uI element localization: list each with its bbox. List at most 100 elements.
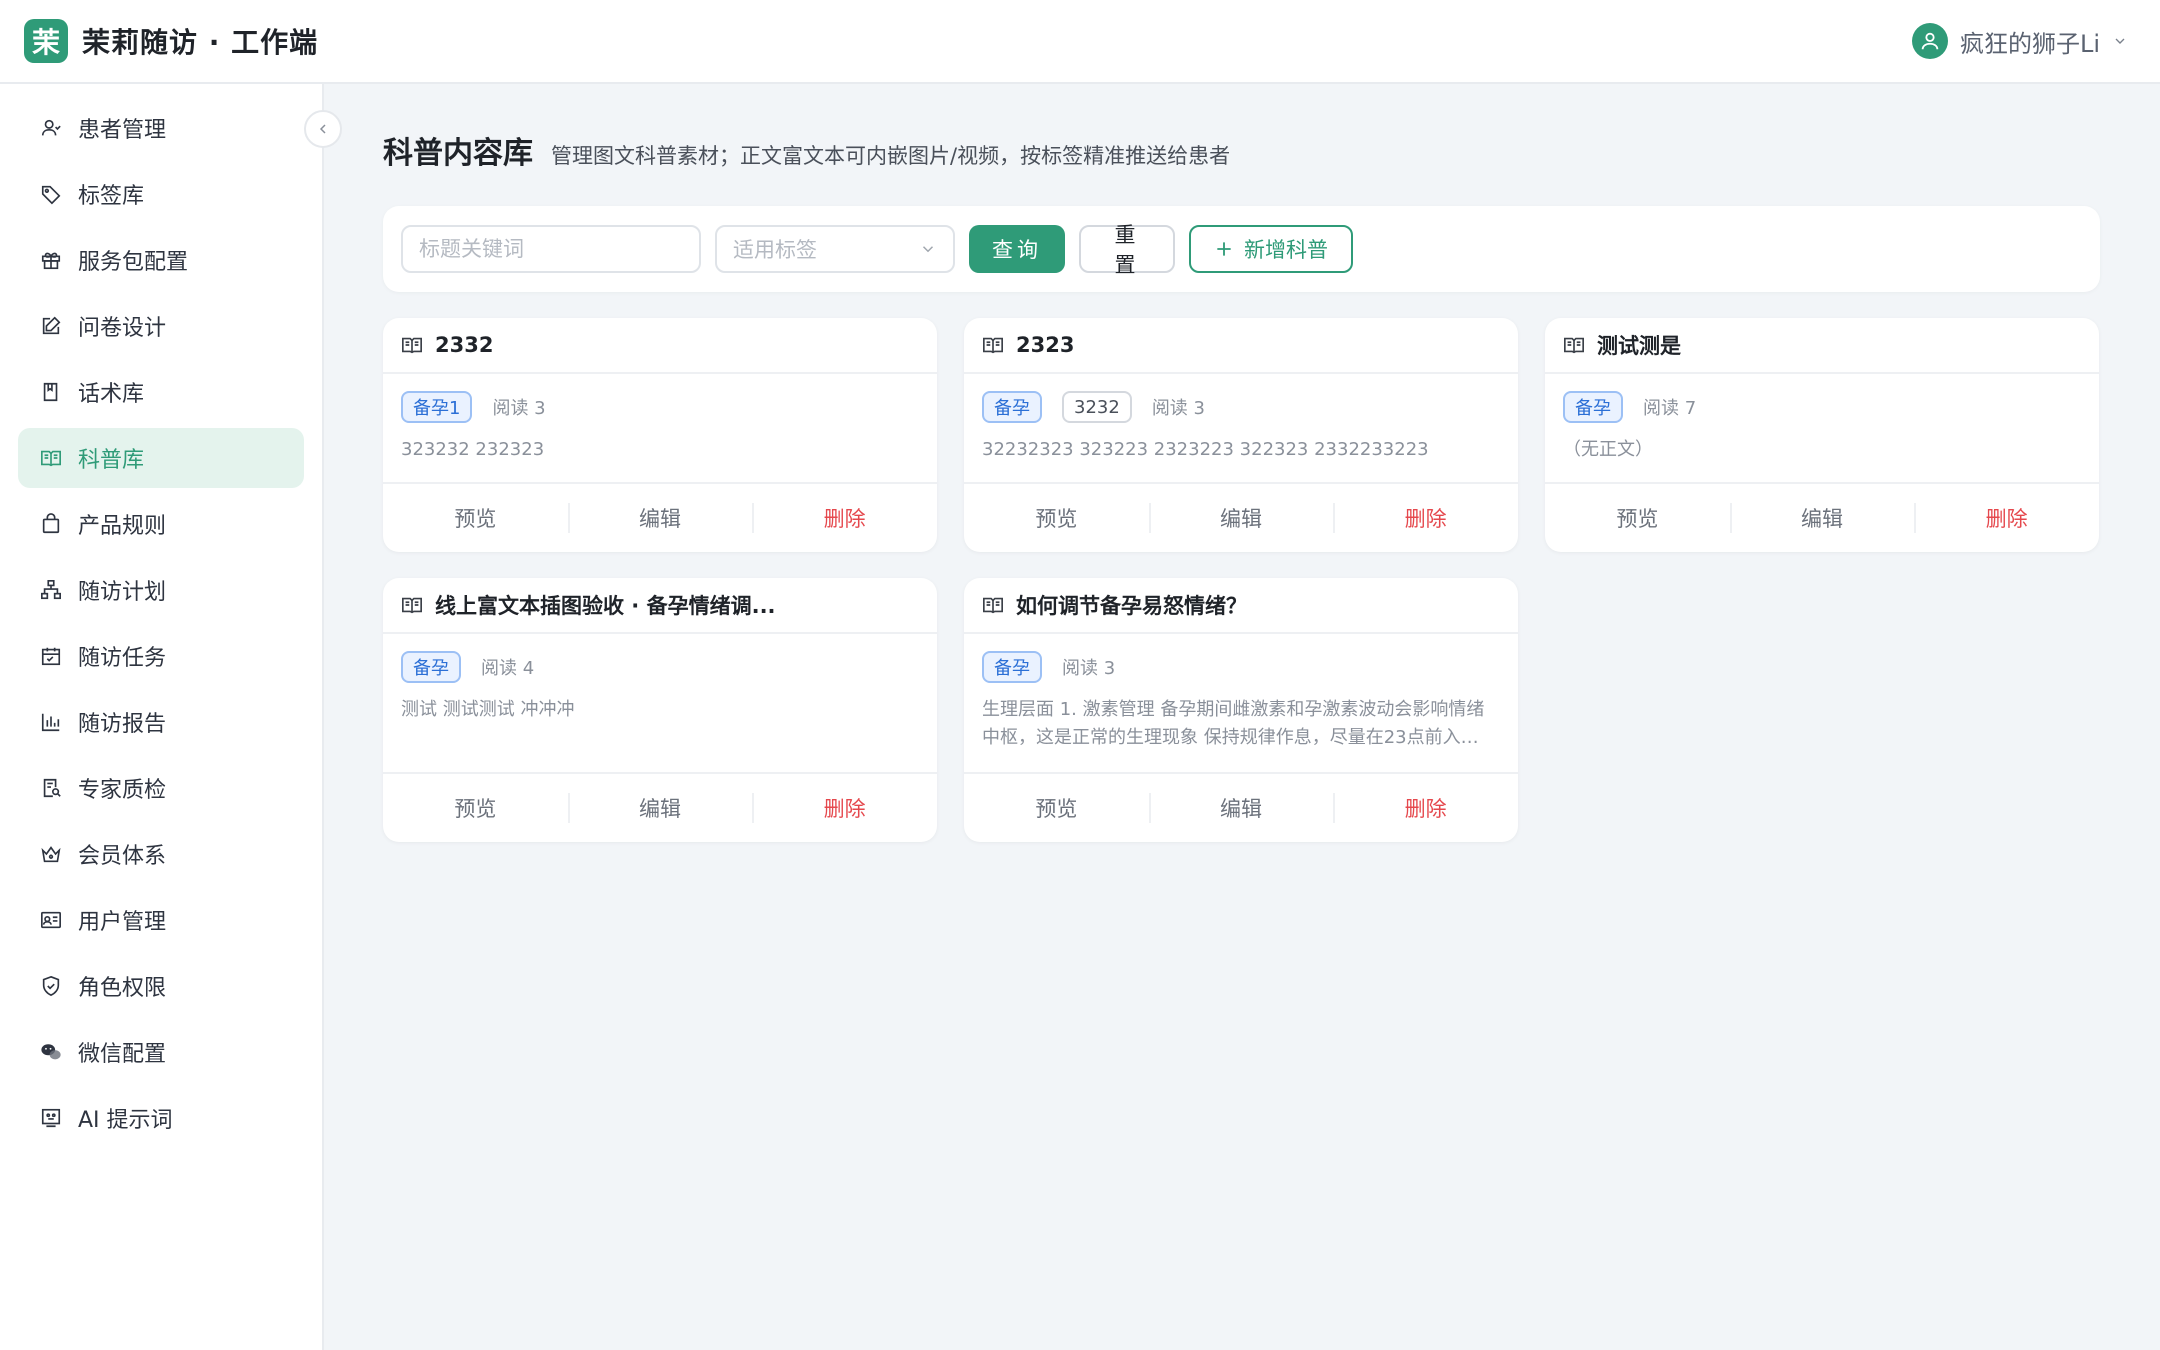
sidebar-item-label: 微信配置 [78, 1042, 167, 1067]
open-book-icon [402, 337, 422, 354]
delete-button[interactable]: 删除 [1333, 503, 1518, 533]
sidebar-item-roles[interactable]: 角色权限 [18, 956, 304, 1016]
open-book-icon [41, 450, 61, 467]
bag-icon [42, 513, 60, 534]
sidebar-item-followup-plan[interactable]: 随访计划 [18, 560, 304, 620]
tag-badge: 备孕 [401, 651, 461, 683]
delete-button[interactable]: 删除 [752, 503, 937, 533]
sidebar-item-service-packages[interactable]: 服务包配置 [18, 230, 304, 290]
sidebar-item-users[interactable]: 用户管理 [18, 890, 304, 950]
sidebar-item-followup-reports[interactable]: 随访报告 [18, 692, 304, 752]
sidebar-item-label: 话术库 [78, 382, 145, 407]
sidebar-item-membership[interactable]: 会员体系 [18, 824, 304, 884]
open-book-icon [402, 597, 422, 614]
read-count: 阅读 3 [1151, 398, 1205, 419]
chevron-down-icon [2115, 38, 2125, 44]
open-book-icon [983, 597, 1003, 614]
preview-button[interactable]: 预览 [964, 503, 1149, 533]
sidebar-item-expert-qc[interactable]: 专家质检 [18, 758, 304, 818]
sidebar-item-label: 服务包配置 [78, 250, 189, 275]
calendar-icon [41, 647, 61, 666]
wechat-icon [41, 1044, 61, 1060]
sidebar-item-questionnaire[interactable]: 问卷设计 [18, 296, 304, 356]
preview-button[interactable]: 预览 [383, 503, 568, 533]
search-button[interactable]: 查询 [969, 225, 1065, 273]
tag-select-placeholder: 适用标签 [733, 238, 817, 262]
delete-button[interactable]: 删除 [1914, 503, 2099, 533]
education-card: 线上富文本插图验收 · 备孕情绪调... 备孕 阅读 4 测试 测试测试 冲冲冲… [383, 578, 937, 842]
brand-logo: 茉 [24, 19, 68, 63]
sidebar-item-patients[interactable]: 患者管理 [18, 98, 304, 158]
user-avatar-icon [1911, 23, 1948, 59]
crown-icon [41, 846, 61, 863]
audit-icon [43, 778, 61, 798]
gift-icon [41, 252, 61, 270]
sidebar-item-followup-tasks[interactable]: 随访任务 [18, 626, 304, 686]
sidebar-item-product-rules[interactable]: 产品规则 [18, 494, 304, 554]
card-excerpt: 测试 测试测试 冲冲冲 [401, 699, 575, 720]
page-header: 科普内容库 管理图文科普素材；正文富文本可内嵌图片/视频，按标签精准推送给患者 [383, 128, 2100, 172]
card-title: 测试测是 [1597, 334, 1681, 358]
sidebar-collapse-button[interactable] [304, 110, 342, 148]
page-title: 科普内容库 [383, 136, 533, 171]
card-header[interactable]: 如何调节备孕易怒情绪？ [964, 578, 1518, 634]
sidebar: 患者管理 标签库 服务包配置 问卷设计 话术库 科普库 产品规则 随访计划 随访… [0, 84, 324, 1350]
card-header[interactable]: 2332 [383, 318, 937, 374]
sidebar-item-label: AI 提示词 [78, 1108, 173, 1133]
sidebar-item-label: 随访报告 [78, 712, 167, 737]
education-card: 2332 备孕1 阅读 3 323232 232323 预览 编辑 删除 [383, 318, 937, 552]
app-title: 茉莉随访 · 工作端 [82, 26, 319, 59]
card-header[interactable]: 2323 [964, 318, 1518, 374]
title-keyword-input[interactable] [401, 225, 701, 273]
card-header[interactable]: 测试测是 [1545, 318, 2099, 374]
edit-button[interactable]: 编辑 [568, 793, 753, 823]
tag-icon [41, 185, 61, 205]
tag-select[interactable]: 适用标签 [715, 225, 955, 273]
edit-button[interactable]: 编辑 [1149, 503, 1334, 533]
education-card: 2323 备孕 3232 阅读 3 32232323 323223 232322… [964, 318, 1518, 552]
card-title: 2323 [1016, 333, 1075, 357]
reset-button[interactable]: 重置 [1079, 223, 1175, 277]
user-menu[interactable]: 疯狂的狮子Li [1911, 23, 2136, 59]
user-icon [41, 119, 61, 136]
preview-button[interactable]: 预览 [383, 793, 568, 823]
sidebar-item-label: 会员体系 [78, 844, 167, 869]
sidebar-item-label: 专家质检 [78, 778, 167, 803]
add-education-label: 新增科普 [1244, 238, 1328, 262]
edit-button[interactable]: 编辑 [568, 503, 753, 533]
preview-button[interactable]: 预览 [1545, 503, 1730, 533]
book-icon [43, 382, 58, 402]
delete-button[interactable]: 删除 [1333, 793, 1518, 823]
sidebar-item-ai-prompts[interactable]: AI 提示词 [18, 1088, 304, 1148]
read-count: 阅读 3 [492, 398, 546, 419]
edit-button[interactable]: 编辑 [1730, 503, 1915, 533]
sidebar-item-label: 随访任务 [78, 646, 167, 671]
card-header[interactable]: 线上富文本插图验收 · 备孕情绪调... [383, 578, 937, 634]
sidebar-item-education[interactable]: 科普库 [18, 428, 304, 488]
sidebar-item-wechat[interactable]: 微信配置 [18, 1022, 304, 1082]
sidebar-item-label: 角色权限 [78, 976, 167, 1001]
card-title: 2332 [435, 333, 494, 357]
delete-button[interactable]: 删除 [752, 793, 937, 823]
main-content: 科普内容库 管理图文科普素材；正文富文本可内嵌图片/视频，按标签精准推送给患者 … [383, 84, 2100, 842]
add-education-button[interactable]: 新增科普 [1189, 225, 1353, 273]
sidebar-item-label: 标签库 [78, 184, 145, 209]
tree-icon [41, 580, 61, 600]
brand[interactable]: 茉 茉莉随访 · 工作端 [24, 19, 318, 63]
preview-button[interactable]: 预览 [964, 793, 1149, 823]
card-excerpt: （无正文） [1563, 439, 1653, 460]
open-book-icon [983, 337, 1003, 354]
card-title: 线上富文本插图验收 · 备孕情绪调... [435, 594, 776, 618]
edit-icon [42, 316, 61, 335]
tag-badge: 备孕 [982, 651, 1042, 683]
sidebar-item-label: 随访计划 [78, 580, 167, 605]
user-name: 疯狂的狮子Li [1959, 29, 2100, 58]
sidebar-item-tags[interactable]: 标签库 [18, 164, 304, 224]
card-excerpt: 323232 232323 [401, 439, 545, 460]
open-book-icon [1564, 337, 1584, 354]
read-count: 阅读 4 [481, 658, 535, 679]
edit-button[interactable]: 编辑 [1149, 793, 1334, 823]
sidebar-item-scripts[interactable]: 话术库 [18, 362, 304, 422]
shield-icon [42, 975, 60, 997]
sidebar-item-label: 问卷设计 [78, 316, 167, 341]
